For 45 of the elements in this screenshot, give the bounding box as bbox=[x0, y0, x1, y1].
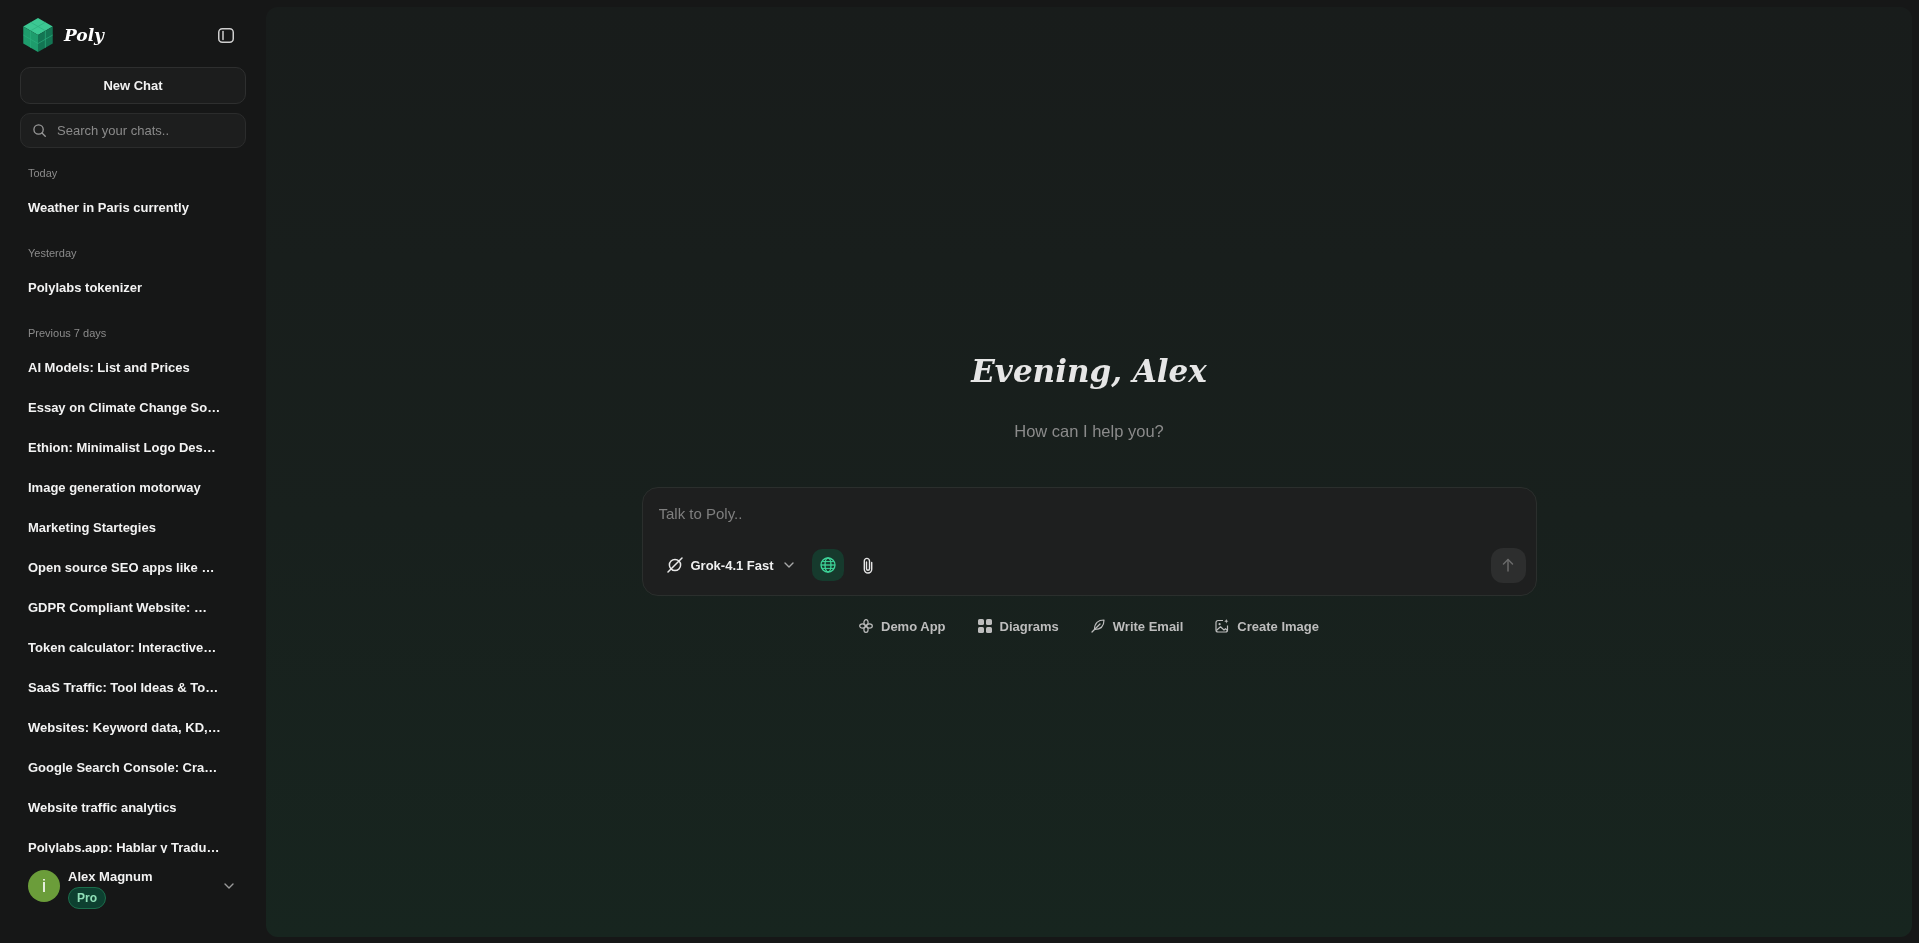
model-selector[interactable]: Grok-4.1 Fast bbox=[658, 549, 802, 581]
feather-icon bbox=[1090, 619, 1105, 633]
cube-logo-icon bbox=[23, 18, 53, 52]
chat-item[interactable]: Weather in Paris currently bbox=[20, 187, 246, 227]
paperclip-icon bbox=[862, 556, 873, 574]
chat-item[interactable]: Essay on Climate Change So… bbox=[20, 387, 246, 427]
chat-item[interactable]: Websites: Keyword data, KD,… bbox=[20, 707, 246, 747]
message-input[interactable]: Talk to Poly.. bbox=[658, 500, 1526, 526]
chat-item[interactable]: SaaS Traffic: Tool Ideas & To… bbox=[20, 667, 246, 707]
section-label: Yesterday bbox=[27, 246, 78, 261]
globe-icon bbox=[819, 557, 836, 573]
suggestion-button[interactable]: Diagrams bbox=[967, 611, 1069, 641]
chat-item[interactable]: Polylabs tokenizer bbox=[20, 267, 246, 307]
chat-item[interactable]: AI Models: List and Prices bbox=[20, 347, 246, 387]
arrow-up-icon bbox=[1501, 558, 1515, 572]
chat-item[interactable]: Google Search Console: Cra… bbox=[20, 747, 246, 787]
section-label: Previous 7 days bbox=[27, 326, 108, 341]
suggestion-button[interactable]: Create Image bbox=[1205, 611, 1329, 641]
chat-item[interactable]: Website traffic analytics bbox=[20, 787, 246, 827]
search-field[interactable]: Search your chats.. bbox=[20, 113, 246, 148]
brand-name: Poly bbox=[64, 25, 104, 45]
new-chat-button[interactable]: New Chat bbox=[20, 67, 246, 104]
search-icon bbox=[33, 124, 46, 137]
flower-icon bbox=[859, 619, 873, 633]
suggestion-button[interactable]: Write Email bbox=[1080, 611, 1194, 641]
greeting-heading: Evening, Alex bbox=[971, 353, 1207, 390]
chat-item[interactable]: Image generation motorway bbox=[20, 467, 246, 507]
chat-item[interactable]: Marketing Startegies bbox=[20, 507, 246, 547]
chat-item[interactable]: Open source SEO apps like … bbox=[20, 547, 246, 587]
chevron-down-icon bbox=[783, 562, 794, 568]
chevron-down-icon[interactable] bbox=[224, 883, 234, 889]
slashed-circle-icon bbox=[666, 557, 683, 573]
subtitle: How can I help you? bbox=[1014, 421, 1164, 441]
chat-item[interactable]: GDPR Compliant Website: … bbox=[20, 587, 246, 627]
chat-item[interactable]: Ethion: Minimalist Logo Des… bbox=[20, 427, 246, 467]
suggestion-button[interactable]: Demo App bbox=[849, 611, 956, 641]
section-label: Today bbox=[27, 166, 59, 181]
grid-icon bbox=[977, 619, 992, 633]
web-search-button[interactable] bbox=[811, 549, 844, 581]
chat-item[interactable]: Token calculator: Interactive… bbox=[20, 627, 246, 667]
plan-badge: Pro bbox=[68, 887, 106, 909]
sidebar-toggle-icon[interactable] bbox=[218, 27, 234, 43]
image-sparkle-icon bbox=[1215, 619, 1230, 633]
avatar: i bbox=[28, 870, 60, 902]
user-name: Alex Magnum bbox=[68, 869, 153, 884]
